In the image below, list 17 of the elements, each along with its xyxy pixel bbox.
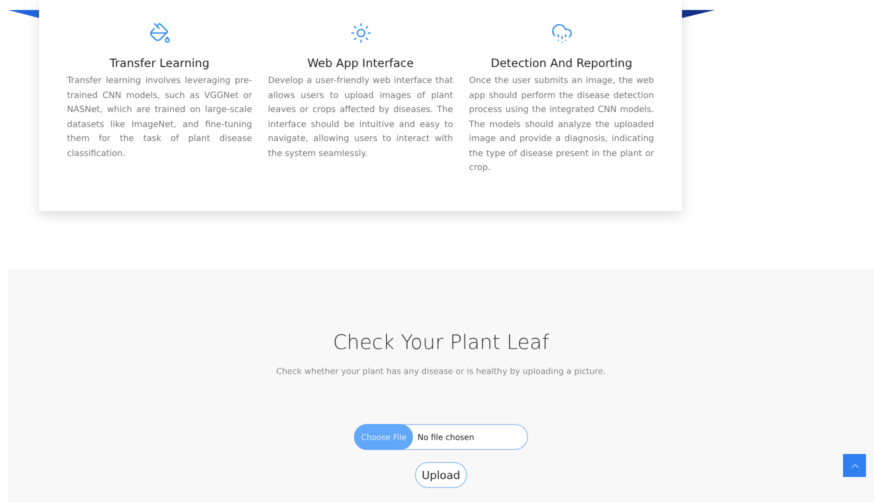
feature-description: Once the user submits an image, the web app should perform the disease detection process using the integrated CNN models. The models should analyze the uploaded image and provide a diagnosis, indicating the type of disease present in the plant or crop.	[469, 75, 654, 175]
file-input[interactable]: Choose File No file chosen	[354, 424, 528, 450]
scroll-top-button[interactable]	[843, 454, 866, 477]
feature-title: Web App Interface	[307, 56, 414, 70]
sun-icon	[350, 22, 372, 44]
feature-description: Transfer learning involves leveraging pre-trained CNN models, such as VGGNet or NASNet, which are trained on large-scale datasets like ImageNet, and fine-tuning them for the task of plant disease classification.	[67, 75, 252, 160]
cloud-icon	[550, 22, 572, 44]
banner-corner	[8, 10, 39, 18]
feature-description: Develop a user-friendly web interface that allows users to upload images of plant leaves or crops affected by diseases. The interface should be intuitive and easy to navigate, allowing users to interact with the system seamlessly.	[268, 75, 453, 160]
section-title: Check Your Plant Leaf	[332, 330, 550, 354]
upload-button[interactable]: Upload	[414, 462, 468, 488]
file-status: No file chosen	[417, 432, 474, 442]
feature-title: Transfer Learning	[110, 56, 210, 70]
paint-bucket-icon	[148, 22, 170, 44]
section-subtitle: Check whether your plant has any disease or is healthy by uploading a picture.	[276, 366, 606, 376]
banner-corner	[682, 10, 715, 18]
feature-title: Detection And Reporting	[490, 56, 632, 70]
